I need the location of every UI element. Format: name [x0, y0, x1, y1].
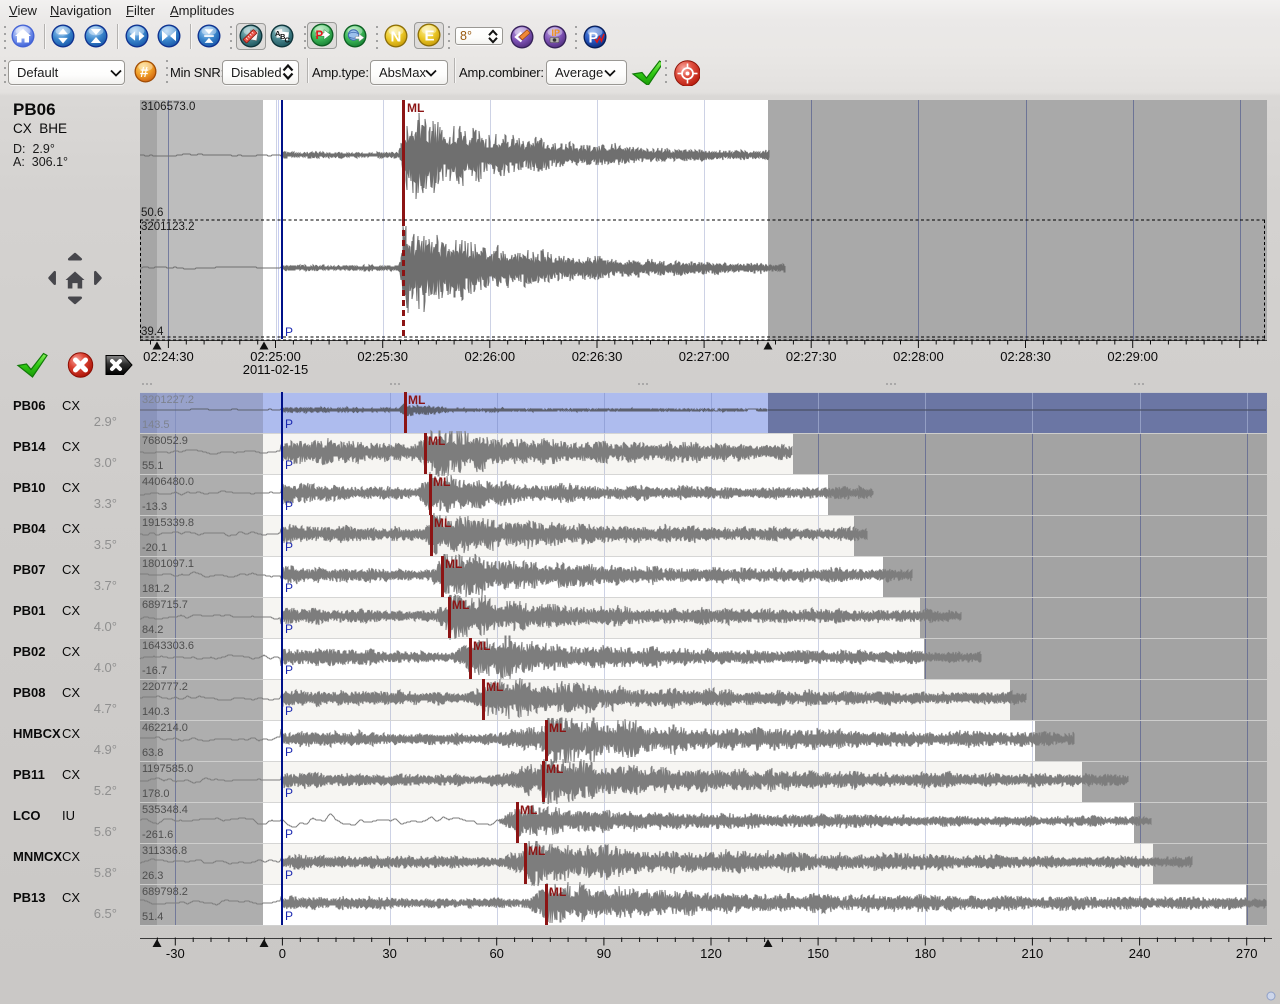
svg-text:#: #: [140, 64, 149, 81]
svg-text:E: E: [424, 28, 434, 45]
svg-text:C: C: [285, 36, 291, 45]
svg-text:IP: IP: [552, 28, 561, 38]
svg-text:N: N: [391, 29, 402, 46]
svg-text:P: P: [316, 30, 324, 42]
svg-text:P: P: [589, 31, 599, 47]
